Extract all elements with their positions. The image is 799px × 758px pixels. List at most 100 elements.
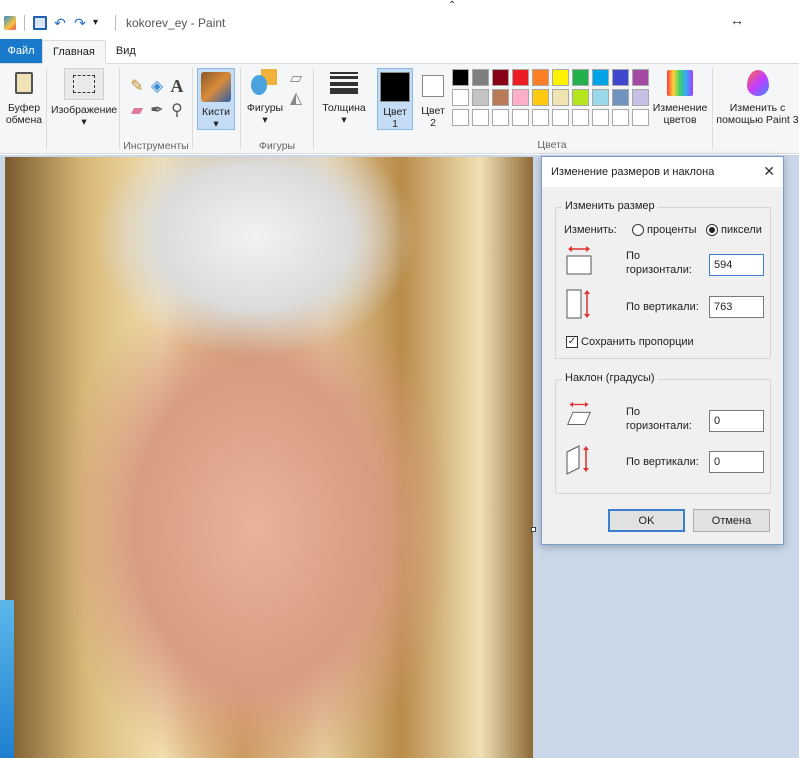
palette-swatch-16[interactable] [572, 89, 589, 106]
skew-horizontal-label-line1: По [626, 406, 641, 418]
color1-button[interactable]: Цвет 1 [377, 68, 413, 130]
keep-ratio-checkbox[interactable]: ✓ [566, 336, 578, 348]
palette-swatch-24[interactable] [532, 109, 549, 126]
palette-swatch-0[interactable] [452, 69, 469, 86]
palette-swatch-3[interactable] [512, 69, 529, 86]
resize-skew-dialog: Изменение размеров и наклона ✕ Изменить … [541, 156, 784, 545]
close-icon[interactable]: ✕ [763, 163, 775, 180]
paint-app-icon[interactable] [4, 16, 16, 30]
palette-swatch-26[interactable] [572, 109, 589, 126]
fill-icon[interactable]: ◭ [287, 90, 305, 108]
clipboard-label-line2: обмена [5, 114, 43, 126]
palette-swatch-10[interactable] [452, 89, 469, 106]
palette-swatch-11[interactable] [472, 89, 489, 106]
resize-horizontal-label-line1: По [626, 250, 641, 262]
shapes-label: Фигуры [246, 102, 284, 114]
palette-swatch-28[interactable] [612, 109, 629, 126]
tab-file[interactable]: Файл [0, 39, 42, 63]
redo-icon[interactable]: ↷ [73, 16, 87, 30]
palette-swatch-2[interactable] [492, 69, 509, 86]
pixels-radio-label[interactable]: пиксели [721, 224, 762, 237]
cancel-button[interactable]: Отмена [693, 509, 770, 532]
palette-swatch-23[interactable] [512, 109, 529, 126]
pencil-icon[interactable]: ✎ [128, 78, 146, 96]
palette-swatch-9[interactable] [632, 69, 649, 86]
color2-button[interactable]: Цвет 2 [416, 68, 450, 129]
resize-legend: Изменить размер [562, 200, 658, 212]
palette-swatch-22[interactable] [492, 109, 509, 126]
ok-button[interactable]: OK [608, 509, 685, 532]
outline-icon[interactable]: ▱ [287, 70, 305, 88]
keep-ratio-label[interactable]: Сохранить пропорции [581, 336, 694, 349]
image-dropdown-icon: ▾ [81, 116, 87, 128]
palette-swatch-14[interactable] [532, 89, 549, 106]
quick-access-toolbar: ↶ ↷ ▾ [0, 15, 118, 31]
tools-group-label: Инструменты [123, 140, 189, 152]
magnifier-icon[interactable]: ⚲ [168, 102, 186, 120]
skew-fieldset: Наклон (градусы) По горизонтали: 0 По ве… [555, 372, 771, 494]
image-group: Изображение ▾ [47, 64, 119, 154]
thickness-icon [329, 68, 359, 98]
color1-swatch [380, 72, 410, 102]
ribbon-divider [712, 68, 713, 150]
resize-vertical-input[interactable]: 763 [709, 296, 764, 318]
edit-colors-icon [665, 68, 695, 98]
skew-vertical-input[interactable]: 0 [709, 451, 764, 473]
thickness-button[interactable]: Толщина ▾ [318, 68, 370, 126]
shapes-group: Фигуры ▾ ▱ ◭ Фигуры [241, 64, 313, 154]
percent-radio-label[interactable]: проценты [647, 224, 697, 237]
palette-swatch-25[interactable] [552, 109, 569, 126]
select-icon [64, 68, 104, 100]
image-button[interactable]: Изображение ▾ [51, 68, 117, 128]
palette-swatch-29[interactable] [632, 109, 649, 126]
undo-icon[interactable]: ↶ [53, 16, 67, 30]
palette-swatch-13[interactable] [512, 89, 529, 106]
eraser-icon[interactable]: ▰ [128, 102, 146, 120]
fill-bucket-icon[interactable]: ◈ [148, 78, 166, 96]
percent-radio[interactable] [632, 224, 644, 236]
palette-swatch-1[interactable] [472, 69, 489, 86]
palette-swatch-15[interactable] [552, 89, 569, 106]
palette-swatch-7[interactable] [592, 69, 609, 86]
skew-vertical-label: По вертикали: [626, 456, 699, 468]
customize-toolbar-chevron-icon[interactable]: ▾ [93, 16, 107, 30]
text-icon[interactable]: A [168, 77, 186, 95]
tab-view[interactable]: Вид [106, 39, 146, 63]
palette-swatch-12[interactable] [492, 89, 509, 106]
resize-vertical-label: По вертикали: [626, 301, 699, 313]
color1-label-line1: Цвет [383, 106, 407, 118]
resize-horizontal-label-line2: горизонтали: [626, 264, 692, 276]
color-picker-icon[interactable]: ✒ [148, 102, 166, 120]
resize-horizontal-icon [566, 246, 592, 275]
resize-horizontal-input[interactable]: 594 [709, 254, 764, 276]
edit-with-paint3d-button[interactable]: Изменить с помощью Paint 3 [716, 68, 799, 126]
brushes-button[interactable]: Кисти ▾ [197, 68, 235, 130]
canvas-photo[interactable] [5, 157, 533, 758]
palette-swatch-5[interactable] [552, 69, 569, 86]
save-icon[interactable] [33, 16, 47, 30]
color-palette [452, 69, 649, 126]
palette-swatch-27[interactable] [592, 109, 609, 126]
palette-swatch-8[interactable] [612, 69, 629, 86]
clipboard-group: Буфер обмена [0, 64, 46, 154]
canvas-resize-handle-right[interactable] [531, 527, 536, 532]
tab-home[interactable]: Главная [42, 40, 106, 64]
palette-swatch-4[interactable] [532, 69, 549, 86]
palette-swatch-20[interactable] [452, 109, 469, 126]
shapes-icon [250, 68, 280, 98]
palette-swatch-6[interactable] [572, 69, 589, 86]
palette-swatch-21[interactable] [472, 109, 489, 126]
edit-colors-button[interactable]: Изменение цветов [651, 68, 709, 126]
quick-access-divider [115, 15, 116, 31]
palette-swatch-17[interactable] [592, 89, 609, 106]
quick-access-divider [24, 15, 25, 31]
shapes-button[interactable]: Фигуры ▾ [243, 68, 287, 126]
palette-swatch-18[interactable] [612, 89, 629, 106]
palette-swatch-19[interactable] [632, 89, 649, 106]
edit-colors-label-line1: Изменение [652, 102, 708, 114]
resize-arrows-icon[interactable]: ↔ [730, 12, 744, 28]
clipboard-icon [9, 68, 39, 98]
clipboard-button[interactable]: Буфер обмена [4, 68, 44, 126]
skew-horizontal-input[interactable]: 0 [709, 410, 764, 432]
pixels-radio[interactable] [706, 224, 718, 236]
